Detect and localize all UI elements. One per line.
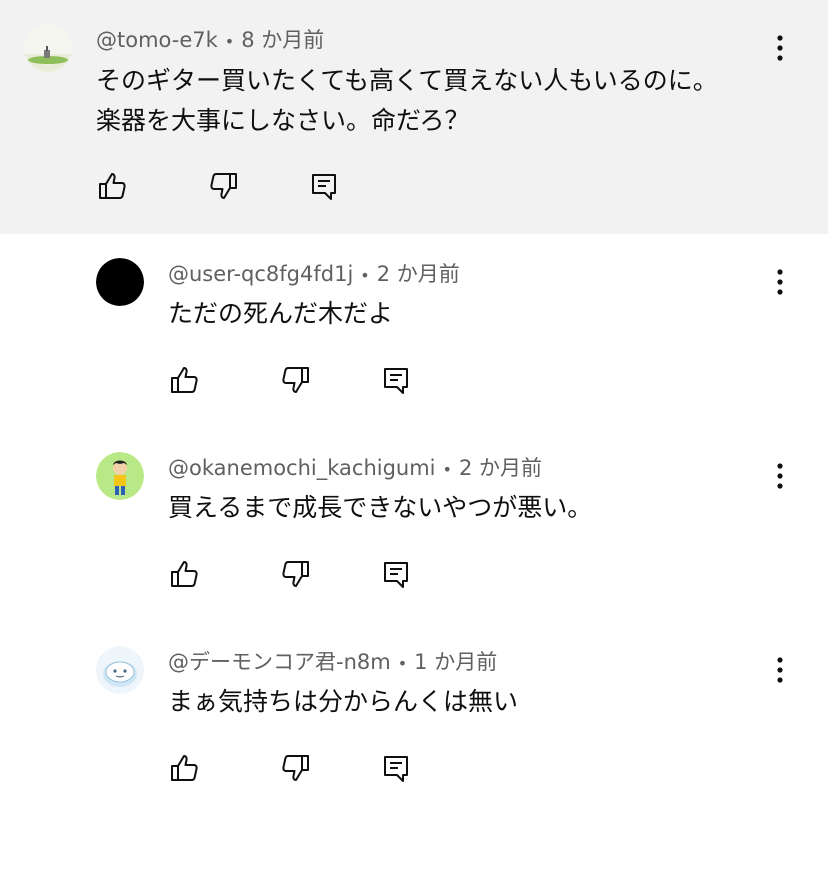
comment-meta: @user-qc8fg4fd1j • 2 か月前 [168,260,460,290]
comment-text-line: ただの死んだ木だよ [168,299,394,328]
reply-comment: @user-qc8fg4fd1j • 2 か月前 ただの死んだ木だよ [0,234,828,428]
meta-separator: • [397,654,408,673]
comment-text-line: 買えるまで成長できないやつが悪い。 [168,493,593,522]
author-name[interactable]: @user-qc8fg4fd1j [168,262,353,286]
thumbs-down-icon [210,173,237,199]
author-name[interactable]: @okanemochi_kachigumi [168,456,436,480]
comment-time[interactable]: 8 か月前 [241,28,324,52]
vertical-dots-icon [777,35,783,61]
comment-text-line: そのギター買いたくても高くて買えない人もいるのに。 [96,66,718,95]
reply-button[interactable] [378,556,414,592]
meta-separator: • [360,266,370,285]
cartoon-boy-avatar-icon [96,452,144,500]
comment-text-line: 楽器を大事にしなさい。命だろ？ [96,106,470,135]
reply-button[interactable] [378,362,414,398]
meta-separator: • [224,32,235,51]
thumbs-up-icon [171,561,198,587]
vertical-dots-icon [777,657,783,683]
reply-button[interactable] [306,168,342,204]
more-options-button[interactable] [768,456,792,496]
thumbs-up-icon [99,173,126,199]
reply-icon [384,368,408,394]
thumbs-down-icon [282,561,309,587]
author-name[interactable]: @デーモンコア君-n8m [168,650,391,674]
landscape-avatar-icon [24,24,72,72]
reply-comment: @okanemochi_kachigumi • 2 か月前 買えるまで成長できないや… [0,428,828,622]
comment-text: そのギター買いたくても高くて買えない人もいるのに。 楽器を大事にしなさい。命だろ… [96,61,718,141]
vertical-dots-icon [777,463,783,489]
comment-time[interactable]: 2 か月前 [459,456,542,480]
like-button[interactable] [166,750,202,786]
author-name[interactable]: @tomo-e7k [96,28,218,52]
comment-meta: @tomo-e7k • 8 か月前 [96,26,324,56]
avatar[interactable] [24,24,72,72]
reply-icon [384,562,408,588]
meta-separator: • [442,460,452,479]
comment-meta: @okanemochi_kachigumi • 2 か月前 [168,454,542,484]
avatar[interactable] [96,646,144,694]
comment-thread: @tomo-e7k • 8 か月前 そのギター買いたくても高くて買えない人もいるのに… [0,0,828,881]
more-options-button[interactable] [768,262,792,302]
thumbs-down-icon [282,755,309,781]
reply-icon [312,174,336,200]
avatar[interactable] [96,452,144,500]
comment-text: 買えるまで成長できないやつが悪い。 [168,488,592,528]
more-options-button[interactable] [768,650,792,690]
reply-icon [384,756,408,782]
more-options-button[interactable] [768,28,792,68]
like-button[interactable] [166,362,202,398]
vertical-dots-icon [777,269,783,295]
dislike-button[interactable] [278,362,314,398]
thumbs-up-icon [171,755,198,781]
thumbs-down-icon [282,367,309,393]
dislike-button[interactable] [278,556,314,592]
thumbs-up-icon [171,367,198,393]
avatar[interactable] [96,258,144,306]
comment-text-line: まぁ気持ちは分からんくは無い [168,687,519,716]
dislike-button[interactable] [278,750,314,786]
comment-time[interactable]: 1 か月前 [414,650,497,674]
like-button[interactable] [94,168,130,204]
comment-text: ただの死んだ木だよ [168,294,393,334]
comment-time[interactable]: 2 か月前 [377,262,460,286]
highlighted-comment: @tomo-e7k • 8 か月前 そのギター買いたくても高くて買えない人もいるのに… [0,0,828,234]
reply-comment: @デーモンコア君-n8m • 1 か月前 まぁ気持ちは分からんくは無い [0,622,828,816]
comment-meta: @デーモンコア君-n8m • 1 か月前 [168,648,497,678]
reply-button[interactable] [378,750,414,786]
like-button[interactable] [166,556,202,592]
black-circle-avatar-icon [96,258,144,306]
comment-text: まぁ気持ちは分からんくは無い [168,682,518,722]
dislike-button[interactable] [206,168,242,204]
blue-blob-avatar-icon [96,646,144,694]
